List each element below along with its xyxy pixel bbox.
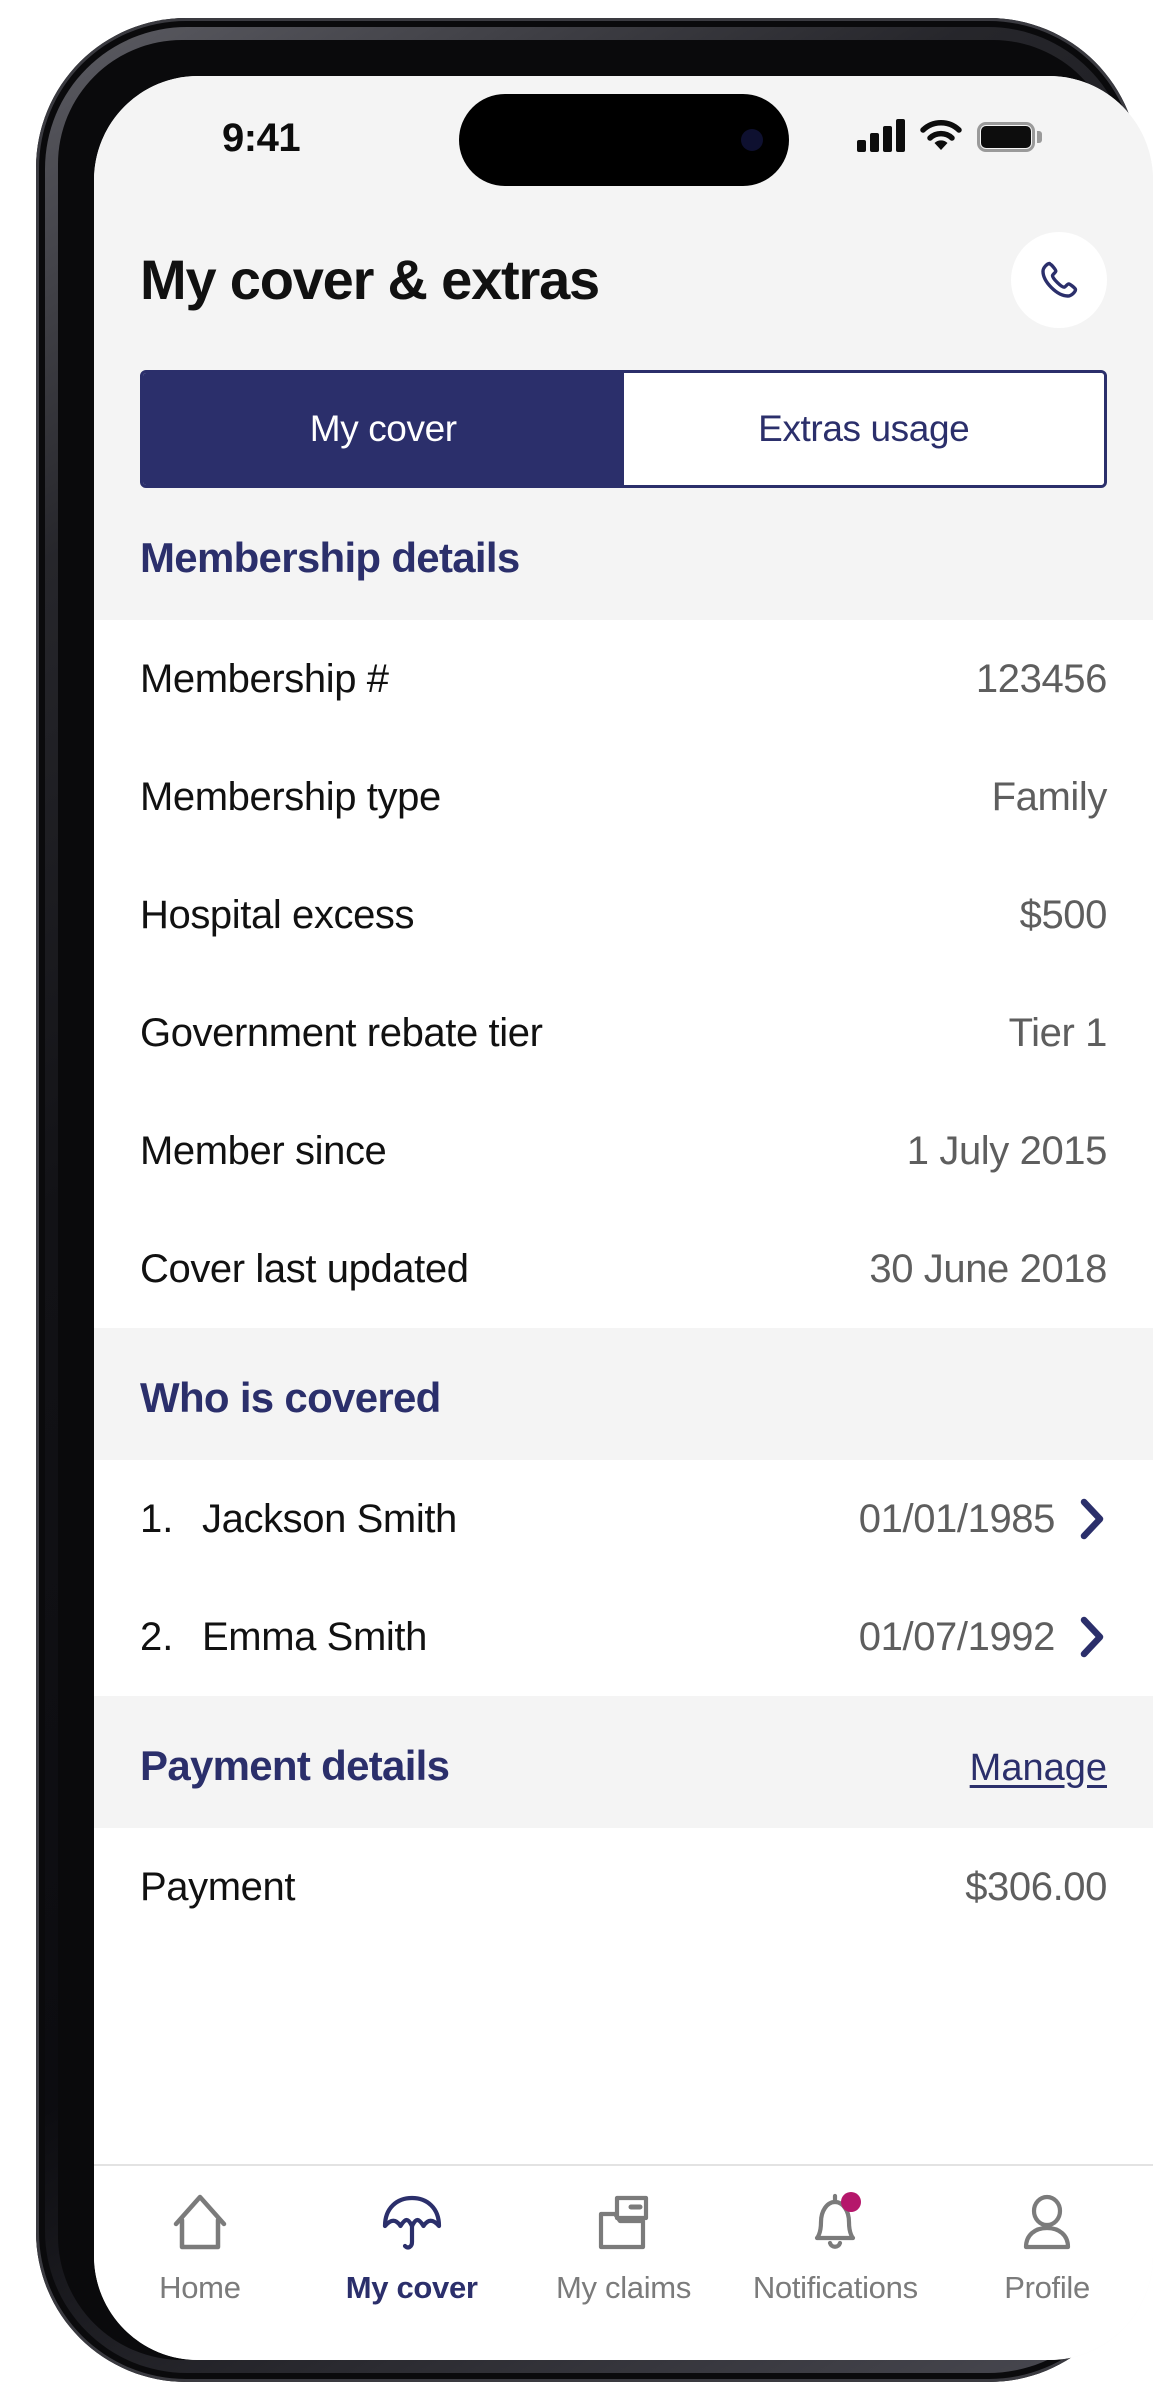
row-value: $306.00 [965,1864,1107,1909]
nav-item-my-cover[interactable]: My cover [306,2190,518,2306]
nav-label: My cover [345,2270,478,2305]
front-camera [740,129,763,151]
call-button[interactable] [1011,232,1107,328]
row-label: Payment [140,1864,296,1909]
nav-label: Home [159,2270,241,2305]
person-name: Jackson Smith [202,1496,457,1541]
person-index: 2. [140,1614,174,1659]
section-title: Payment details [140,1742,450,1789]
payment-details-list: Payment $306.00 [94,1828,1153,1946]
row-value: $500 [1019,892,1108,937]
nav-item-home[interactable]: Home [94,2190,306,2306]
manage-payment-link[interactable]: Manage [970,1747,1107,1790]
umbrella-icon [380,2190,444,2256]
who-is-covered-header: Who is covered [94,1328,1153,1460]
nav-item-notifications[interactable]: Notifications [729,2190,941,2306]
row-value: Family [991,774,1108,819]
row-value: 30 June 2018 [869,1246,1107,1291]
nav-label: Profile [1004,2270,1090,2305]
row-label: Member since [140,1128,387,1173]
row-label: Hospital excess [140,892,415,937]
folder-icon [591,2190,655,2256]
membership-details-list: Membership # 123456 Membership type Fami… [94,620,1153,1328]
row-value: 123456 [975,656,1107,701]
bottom-navigation-bar: Home My cover My claims Notifications Pr… [94,2164,1153,2360]
row-label: Membership type [140,774,441,819]
home-icon [168,2190,232,2256]
tab-my-cover[interactable]: My cover [143,373,624,485]
list-item[interactable]: 2. Emma Smith 01/07/1992 [140,1578,1107,1696]
section-title: Membership details [140,534,520,581]
wifi-icon [919,118,963,152]
table-row: Membership type Family [140,738,1107,856]
row-value: Tier 1 [1008,1010,1108,1055]
nav-label: My claims [555,2270,692,2305]
row-label: Government rebate tier [140,1010,543,1055]
person-name: Emma Smith [202,1614,427,1659]
page-header: My cover & extras [94,186,1153,328]
cellular-bars-icon [857,118,905,152]
table-row: Payment $306.00 [140,1828,1107,1946]
phone-device-frame: 9:41 My cover & extras My cover Extras u… [36,18,1153,2382]
chevron-right-icon [1077,1497,1107,1541]
dynamic-island [458,94,789,186]
row-label: Cover last updated [140,1246,469,1291]
person-index: 1. [140,1496,174,1541]
nav-item-my-claims[interactable]: My claims [518,2190,730,2306]
phone-icon [1041,261,1078,298]
person-dob: 01/07/1992 [858,1614,1056,1659]
person-dob: 01/01/1985 [858,1496,1056,1541]
payment-details-header: Payment details Manage [94,1696,1153,1828]
row-value: 1 July 2015 [906,1128,1108,1173]
tab-extras-usage[interactable]: Extras usage [623,373,1104,485]
list-item[interactable]: 1. Jackson Smith 01/01/1985 [140,1460,1107,1578]
section-title: Who is covered [140,1374,441,1421]
person-icon [1015,2190,1079,2256]
table-row: Cover last updated 30 June 2018 [140,1210,1107,1328]
table-row: Hospital excess $500 [140,856,1107,974]
app-screen: 9:41 My cover & extras My cover Extras u… [94,76,1153,2360]
status-icons [857,118,1042,152]
nav-item-profile[interactable]: Profile [941,2190,1153,2306]
covered-people-list: 1. Jackson Smith 01/01/1985 2. Emma Smit… [94,1460,1153,1696]
row-label: Membership # [140,656,389,701]
cover-tabs: My cover Extras usage [140,370,1107,488]
nav-label: Notifications [752,2270,918,2305]
content-scroll-area[interactable]: Membership details Membership # 123456 M… [94,488,1153,2164]
bell-icon [803,2190,867,2256]
battery-full-icon [977,122,1042,152]
status-time: 9:41 [222,116,301,160]
status-bar: 9:41 [94,76,1153,186]
table-row: Membership # 123456 [140,620,1107,738]
table-row: Member since 1 July 2015 [140,1092,1107,1210]
page-title: My cover & extras [140,248,600,311]
table-row: Government rebate tier Tier 1 [140,974,1107,1092]
membership-details-header: Membership details [94,488,1153,620]
chevron-right-icon [1077,1615,1107,1659]
